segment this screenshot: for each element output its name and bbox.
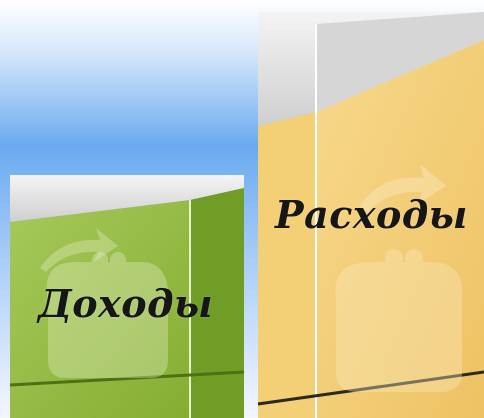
scene: Доходы Расходы (0, 0, 484, 418)
income-label: Доходы (38, 281, 214, 326)
expense-label: Расходы (275, 192, 468, 237)
expense-box-front (258, 112, 316, 418)
wallet-icon (335, 249, 463, 392)
